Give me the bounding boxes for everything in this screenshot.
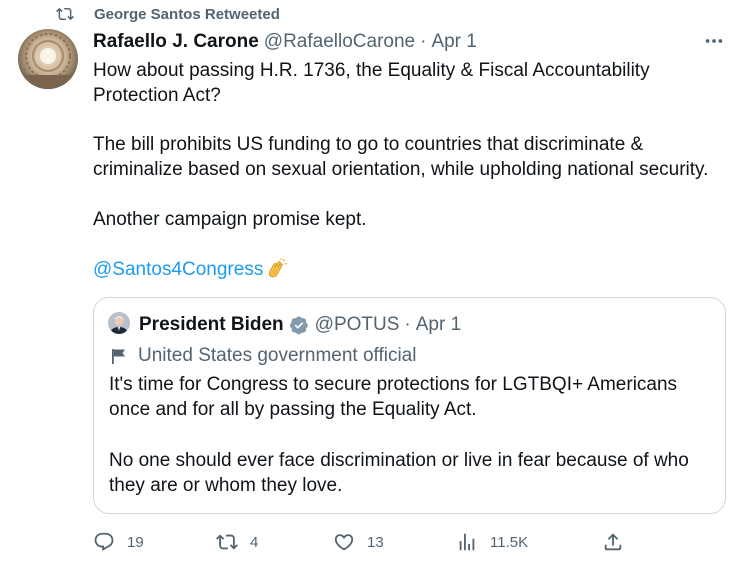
flag-icon [112, 349, 125, 364]
tweet-paragraph: How about passing H.R. 1736, the Equalit… [93, 60, 650, 106]
retweet-icon [56, 7, 74, 21]
mention-link[interactable]: @Santos4Congress [93, 257, 263, 282]
quoted-author-handle: @POTUS [314, 314, 400, 335]
author-name[interactable]: Rafaello J. Carone [93, 31, 259, 53]
tweet-header: Rafaello J. Carone @RafaelloCarone · Apr… [93, 30, 477, 54]
more-options-button[interactable] [700, 28, 728, 54]
view-count: 11.5K [490, 533, 529, 551]
quoted-paragraph: It's time for Congress to secure protect… [109, 374, 678, 420]
more-icon [705, 39, 723, 43]
tweet-mention-line: @Santos4Congress [93, 257, 733, 282]
analytics-icon [459, 533, 475, 551]
reply-button[interactable]: 19 [93, 528, 144, 556]
reply-icon [94, 532, 114, 551]
retweeted-by-label: George Santos Retweeted [94, 5, 280, 23]
social-context[interactable]: George Santos Retweeted [56, 4, 280, 24]
heart-icon [334, 534, 354, 551]
reply-count: 19 [127, 533, 144, 551]
quoted-author-avatar[interactable] [108, 312, 130, 334]
like-button[interactable]: 13 [333, 528, 384, 556]
header-separator: · [420, 31, 427, 52]
tweet-paragraph: Another campaign promise kept. [93, 209, 367, 230]
quoted-tweet-card[interactable]: President Biden @POTUS · Apr 1 United St… [93, 297, 726, 514]
tweet-paragraph: The bill prohibits US funding to go to c… [93, 134, 709, 180]
retweet-count: 4 [250, 533, 259, 551]
views-button[interactable]: 11.5K [456, 528, 528, 556]
author-avatar[interactable] [18, 29, 78, 89]
tweet-timestamp[interactable]: Apr 1 [431, 31, 476, 53]
quoted-tweet-timestamp: Apr 1 [415, 314, 462, 335]
author-handle[interactable]: @RafaelloCarone [264, 31, 415, 53]
tweet-actions-bar: 19 4 13 11.5K [0, 528, 753, 556]
quoted-paragraph: No one should ever face discrimination o… [109, 450, 689, 496]
quoted-tweet-header: President Biden @POTUS · Apr 1 [139, 314, 461, 336]
affiliation-label: United States government official [111, 345, 416, 367]
retweet-button[interactable]: 4 [216, 528, 258, 556]
verified-badge-icon [289, 316, 308, 335]
clapping-hands-icon [269, 258, 288, 277]
share-icon [604, 533, 622, 551]
quoted-header-separator: · [404, 314, 411, 335]
like-count: 13 [367, 533, 384, 551]
quoted-author-name: President Biden [139, 314, 284, 335]
affiliation-text: United States government official [138, 345, 417, 366]
retweet-icon [216, 534, 238, 550]
share-button[interactable] [602, 528, 624, 556]
